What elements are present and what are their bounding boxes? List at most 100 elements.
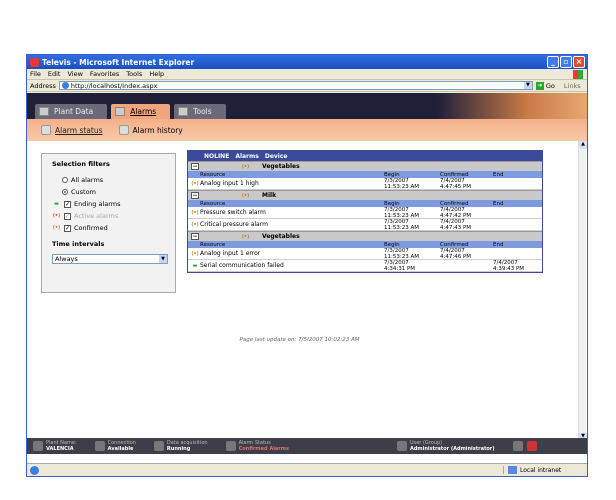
- table-row[interactable]: ⟨•⟩ Critical pressure alarm 7/3/2007 11:5…: [188, 219, 542, 231]
- cell-begin: 7/3/2007 11:53:23 AM: [384, 248, 440, 260]
- cell-begin: 7/3/2007 11:53:23 AM: [384, 178, 440, 190]
- chevron-down-icon[interactable]: ▼: [159, 255, 167, 263]
- close-button[interactable]: ×: [573, 56, 585, 68]
- confirmed-alarm-icon: ⟨•⟩: [191, 209, 199, 216]
- acquisition-status: Data acquisition Running: [153, 440, 208, 452]
- filter-confirmed[interactable]: ⟨•⟩ ✓ Confirmed: [52, 224, 165, 232]
- collapse-icon[interactable]: −: [191, 163, 199, 170]
- header-decoration: [437, 93, 587, 119]
- alarm-status-icon: [41, 125, 51, 135]
- scroll-up-icon[interactable]: ▲: [579, 141, 587, 149]
- radio-label: All alarms: [71, 176, 104, 184]
- group-row: − ⟨•⟩ Vegetables: [188, 231, 542, 241]
- address-bar: Address http://localhost/Index.aspx ▼ ➔ …: [27, 80, 587, 92]
- checkbox[interactable]: ✓: [64, 200, 71, 208]
- vertical-scrollbar[interactable]: ▲ ▼: [578, 141, 587, 441]
- address-input[interactable]: http://localhost/Index.aspx ▼: [58, 81, 533, 90]
- table-row[interactable]: ⟨•⟩ Analog input 1 high 7/3/2007 11:53:23…: [188, 178, 542, 190]
- user-value: Administrator (Administrator): [409, 446, 495, 452]
- menu-bar: File Edit View Favorites Tools Help: [27, 69, 587, 80]
- group-row: − ⟨•⟩ Vegetables: [188, 161, 542, 171]
- radio-icon[interactable]: [62, 177, 68, 183]
- acquisition-icon: [153, 441, 164, 451]
- address-dropdown-icon[interactable]: ▼: [523, 82, 532, 89]
- active-alarm-icon: ⟨•⟩: [52, 213, 61, 219]
- confirmed-alarm-icon: ⟨•⟩: [241, 192, 250, 199]
- menu-favorites[interactable]: Favorites: [90, 70, 119, 78]
- subnav-alarm-history[interactable]: Alarm history: [118, 125, 183, 135]
- tab-plant-data[interactable]: Plant Data: [35, 104, 108, 119]
- cell-confirmed: 7/4/2007 4:47:42 PM: [440, 207, 493, 219]
- tab-alarms[interactable]: Alarms: [111, 104, 171, 119]
- confirmed-alarm-icon: ⟨•⟩: [241, 233, 250, 240]
- checkbox[interactable]: ✓: [64, 212, 71, 220]
- tab-label: Alarms: [130, 107, 157, 116]
- main-tabs: Plant Data Alarms Tools: [35, 104, 226, 119]
- conn-value: Available: [107, 446, 134, 452]
- maximize-button[interactable]: ▫: [560, 56, 572, 68]
- plant-value: VALENCIA: [46, 446, 74, 452]
- subnav-label: Alarm history: [132, 125, 183, 135]
- radio-selected-icon[interactable]: [62, 189, 68, 195]
- zone-label: Local intranet: [520, 466, 562, 474]
- subnav-alarm-status[interactable]: Alarm status: [41, 125, 103, 135]
- user-status: User (Group) Administrator (Administrator…: [396, 440, 495, 452]
- home-button[interactable]: [512, 441, 523, 451]
- col-end: End: [493, 241, 504, 248]
- table-row[interactable]: ⟨•⟩ Pressure switch alarm 7/3/2007 11:53:…: [188, 207, 542, 219]
- conf-time: 4:47:43 PM: [440, 224, 472, 231]
- home-icon: [512, 441, 523, 451]
- menu-edit[interactable]: Edit: [48, 70, 61, 78]
- menu-tools[interactable]: Tools: [126, 70, 142, 78]
- time-interval-select[interactable]: Always ▼: [52, 254, 168, 264]
- windows-logo-icon: [573, 70, 583, 79]
- televis-app-icon: [30, 57, 39, 67]
- page-icon: [61, 82, 69, 89]
- collapse-icon[interactable]: −: [191, 192, 199, 199]
- tools-icon: [178, 107, 189, 116]
- menu-file[interactable]: File: [30, 70, 41, 78]
- tab-tools[interactable]: Tools: [174, 104, 226, 119]
- header-noline[interactable]: NOLINE: [204, 153, 229, 160]
- links-button[interactable]: Links: [564, 82, 581, 90]
- radio-all-alarms[interactable]: All alarms: [62, 176, 165, 184]
- header-alarms[interactable]: Alarms: [235, 153, 259, 160]
- connection-icon: [94, 441, 105, 451]
- cell-resource: Critical pressure alarm: [200, 221, 268, 228]
- cell-confirmed: 7/4/2007 4:47:43 PM: [440, 219, 493, 231]
- tab-label: Tools: [193, 107, 212, 116]
- radio-custom[interactable]: Custom: [62, 188, 165, 196]
- alarm-bell-icon: [225, 441, 236, 451]
- table-row[interactable]: ▬ Serial communication failed 7/3/2007 4:…: [188, 260, 542, 272]
- table-row[interactable]: ⟨•⟩ Analog input 1 error 7/3/2007 11:53:2…: [188, 248, 542, 260]
- address-label: Address: [30, 81, 56, 90]
- menu-help[interactable]: Help: [149, 70, 164, 78]
- menu-view[interactable]: View: [67, 70, 82, 78]
- alarm-status: Alarm Status Confirmed Alarms: [225, 440, 289, 452]
- header-device[interactable]: Device: [265, 153, 288, 160]
- minimize-button[interactable]: _: [547, 56, 559, 68]
- cell-resource: Serial communication failed: [200, 262, 284, 269]
- begin-time: 11:53:23 AM: [384, 224, 419, 231]
- go-button[interactable]: ➔ Go: [535, 81, 555, 90]
- logout-button[interactable]: [526, 441, 537, 451]
- checkbox[interactable]: ✓: [64, 224, 71, 232]
- intranet-icon: [508, 466, 517, 474]
- cell-begin: 7/3/2007 4:34:31 PM: [384, 260, 440, 272]
- ie-page-icon: [30, 465, 39, 475]
- tab-label: Plant Data: [54, 107, 94, 116]
- col-end: End: [493, 171, 504, 178]
- filter-active-alarms[interactable]: ⟨•⟩ ✓ Active alarms: [52, 212, 165, 220]
- page-content: Plant Data Alarms Tools Alarm status Ala: [27, 93, 587, 464]
- filter-ending-alarms[interactable]: ▬ ✓ Ending alarms: [52, 200, 165, 208]
- collapse-icon[interactable]: −: [191, 233, 199, 240]
- title-bar: Televis - Microsoft Internet Explorer _ …: [27, 55, 587, 69]
- conf-time: 4:47:45 PM: [440, 183, 472, 190]
- window-controls: _ ▫ ×: [547, 56, 585, 68]
- user-icon: [396, 441, 407, 451]
- check-label: Ending alarms: [74, 200, 121, 208]
- col-resource: Resource: [200, 200, 226, 207]
- col-resource: Resource: [200, 241, 226, 248]
- app-status-bar: Plant Name: VALENCIA Connection Available …: [27, 438, 587, 454]
- col-end: End: [493, 200, 504, 207]
